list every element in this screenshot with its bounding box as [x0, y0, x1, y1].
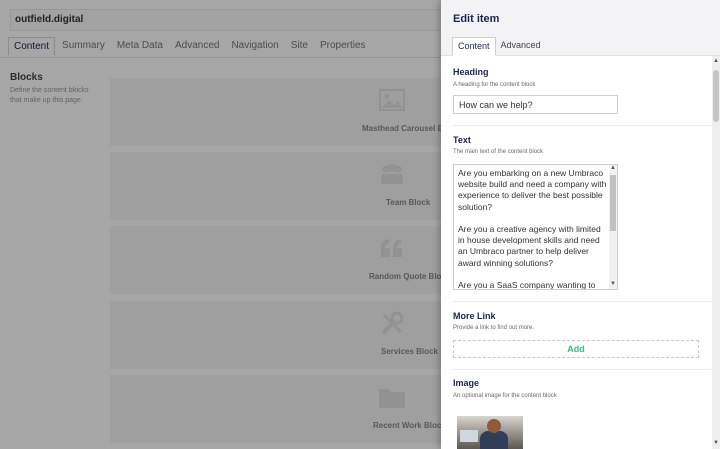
scroll-down-icon[interactable]: ▼: [713, 440, 719, 446]
more-link-label: More Link: [453, 311, 496, 321]
thumbnail-person-head: [487, 419, 501, 433]
scroll-down-icon[interactable]: ▼: [610, 281, 616, 287]
image-label: Image: [453, 378, 480, 388]
scrollbar-thumb[interactable]: [713, 70, 719, 122]
text-textarea-value: Are you embarking on a new Umbraco websi…: [458, 168, 607, 290]
tab-content[interactable]: Content: [452, 37, 496, 56]
thumbnail-person-body: [480, 431, 508, 449]
scroll-up-icon[interactable]: ▲: [610, 165, 616, 171]
heading-label: Heading: [453, 67, 489, 77]
scrollbar-thumb[interactable]: [610, 175, 616, 231]
add-link-button[interactable]: Add: [453, 340, 699, 358]
divider: [453, 369, 711, 370]
image-description: An optional image for the content block: [453, 393, 557, 399]
scroll-up-icon[interactable]: ▲: [713, 58, 719, 64]
edit-item-panel: Edit item Content Advanced Heading A hea…: [441, 0, 720, 449]
panel-tabs: Content Advanced: [452, 37, 546, 56]
text-label: Text: [453, 135, 471, 145]
textarea-scrollbar[interactable]: ▲ ▼: [609, 165, 617, 289]
text-description: The main text of the content block: [453, 149, 544, 155]
heading-input[interactable]: [453, 95, 618, 114]
panel-body: Heading A heading for the content block …: [441, 56, 720, 449]
tab-advanced[interactable]: Advanced: [496, 37, 546, 56]
thumbnail-laptop: [460, 430, 478, 442]
more-link-description: Provide a link to find out more.: [453, 325, 535, 331]
divider: [453, 301, 711, 302]
panel-scrollbar[interactable]: ▲ ▼: [712, 56, 720, 449]
image-thumbnail[interactable]: [457, 416, 523, 449]
divider: [453, 125, 711, 126]
panel-header: Edit item Content Advanced: [441, 0, 720, 56]
text-textarea[interactable]: Are you embarking on a new Umbraco websi…: [453, 164, 618, 290]
panel-title: Edit item: [453, 13, 500, 25]
heading-description: A heading for the content block: [453, 82, 536, 88]
